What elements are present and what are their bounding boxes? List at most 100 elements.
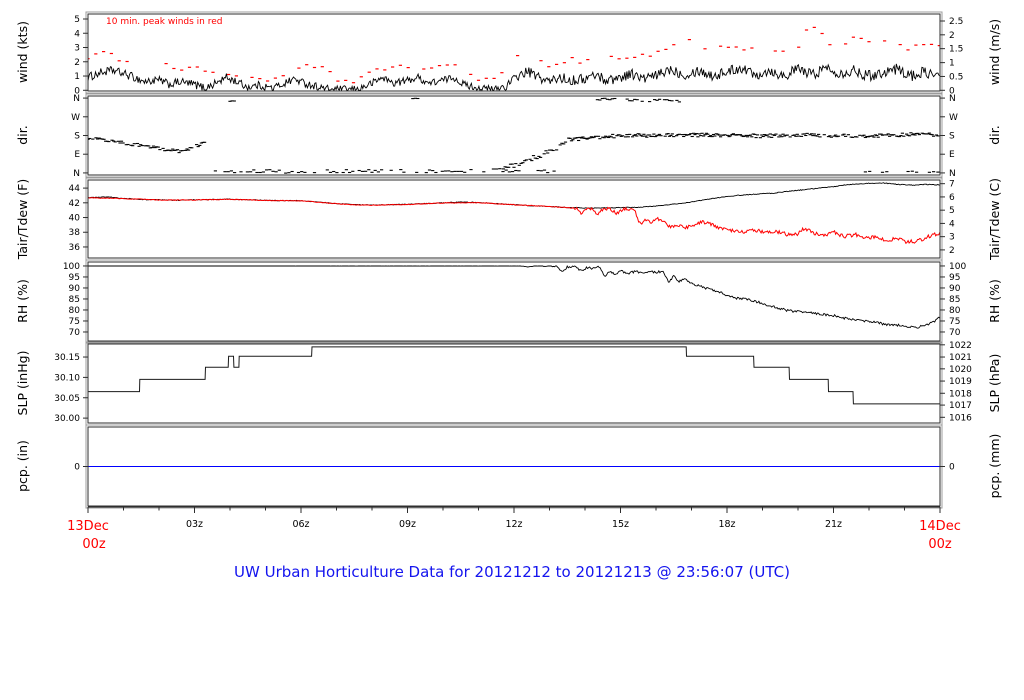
- left-tick-label: 2: [74, 58, 80, 68]
- right-tick-label: 4: [949, 219, 955, 229]
- right-tick-label: 1016: [949, 413, 972, 423]
- left-tick-label: 36: [69, 243, 81, 253]
- series-rh: [88, 264, 940, 329]
- right-tick-label: 1: [949, 59, 955, 69]
- series-tdew: [88, 197, 940, 245]
- left-tick-label: 40: [69, 214, 81, 224]
- axis-label-tair-c: Tair/Tdew (C): [987, 178, 1002, 261]
- left-tick-label: 3: [74, 44, 80, 54]
- panel-series-sea-level-pressure: [88, 346, 940, 405]
- right-tick-label: 5: [949, 206, 955, 216]
- left-tick-label: N: [73, 94, 80, 104]
- left-tick-label: 42: [69, 199, 80, 209]
- left-tick-label: E: [74, 150, 80, 160]
- left-tick-label: 30.05: [54, 394, 80, 404]
- x-tick-label: 15z: [612, 519, 629, 530]
- axis-label-dir-right: dir.: [987, 125, 1002, 144]
- right-tick-label: 0: [949, 463, 955, 473]
- right-tick-label: 1.5: [949, 45, 963, 55]
- right-tick-label: 1022: [949, 341, 972, 351]
- x-start-date-label: 13Dec: [67, 519, 109, 534]
- right-tick-label: 0.5: [949, 72, 963, 82]
- series-dir-scatter: [88, 97, 940, 174]
- right-tick-label: 1018: [949, 389, 972, 399]
- axis-label-slp-inhg: SLP (inHg): [15, 351, 30, 416]
- right-tick-label: 95: [949, 273, 960, 283]
- right-tick-label: N: [949, 169, 956, 179]
- panel-frame-sea-level-pressure: [87, 343, 941, 424]
- panel-frame-temperature-dewpoint: [87, 179, 941, 259]
- right-tick-label: 1017: [949, 401, 972, 411]
- left-tick-label: 0: [74, 463, 80, 473]
- right-tick-label: N: [949, 94, 956, 104]
- x-tick-label: 09z: [399, 519, 416, 530]
- axis-label-wind-ms: wind (m/s): [987, 19, 1002, 85]
- left-tick-label: 75: [69, 317, 80, 327]
- right-tick-label: E: [949, 150, 955, 160]
- axis-label-slp-hpa: SLP (hPa): [987, 354, 1002, 413]
- left-tick-label: 1: [74, 72, 80, 82]
- left-tick-label: 5: [74, 15, 80, 25]
- series-slp: [88, 346, 940, 405]
- right-tick-label: 2: [949, 31, 955, 41]
- panel-series-relative-humidity: [88, 264, 940, 329]
- meteogram-chart: 01234500.511.522.5NWSENNWSEN363840424423…: [15, 11, 1002, 581]
- right-tick-label: 3: [949, 233, 955, 243]
- panel-series-temperature-dewpoint: [88, 182, 940, 245]
- axis-label-tair-f: Tair/Tdew (F): [15, 179, 30, 260]
- right-tick-label: 7: [949, 180, 955, 190]
- right-tick-label: 100: [949, 262, 966, 272]
- left-tick-label: 30.15: [54, 353, 80, 363]
- axis-label-dir-left: dir.: [15, 125, 30, 144]
- left-tick-label: N: [73, 169, 80, 179]
- right-tick-label: 75: [949, 317, 960, 327]
- right-tick-label: 70: [949, 328, 961, 338]
- axis-label-wind-kts: wind (kts): [15, 21, 30, 83]
- chart-title: UW Urban Horticulture Data for 20121212 …: [234, 563, 790, 581]
- axis-label-pcp-in: pcp. (in): [15, 440, 30, 492]
- right-tick-label: W: [949, 113, 958, 123]
- right-tick-label: S: [949, 132, 955, 142]
- series-wind-10min-peak: [88, 26, 940, 84]
- chart-generated-layer: 01234500.511.522.5NWSENNWSEN363840424423…: [54, 11, 972, 552]
- left-tick-label: 100: [63, 262, 80, 272]
- meteogram-page: 0 1 2 3 4 5 0 0.5 1 1.5 2 2.5 N W S E N N W S E N 36 38 40 42 44 2 3…: [0, 0, 1024, 700]
- x-end-date-label: 14Dec: [919, 519, 961, 534]
- left-tick-label: 44: [69, 184, 81, 194]
- panel-series-wind-direction: [88, 97, 940, 174]
- panel-frame-relative-humidity: [87, 261, 941, 342]
- right-tick-label: 2.5: [949, 17, 963, 27]
- left-tick-label: 30.00: [54, 414, 80, 424]
- right-tick-label: 85: [949, 295, 960, 305]
- left-tick-label: 80: [69, 306, 81, 316]
- right-tick-label: 90: [949, 284, 961, 294]
- right-tick-label: 80: [949, 306, 961, 316]
- left-tick-label: 70: [69, 328, 81, 338]
- x-tick-label: 03z: [186, 519, 203, 530]
- axis-label-pcp-mm: pcp. (mm): [987, 434, 1002, 499]
- peak-winds-annotation: 10 min. peak winds in red: [106, 17, 223, 27]
- right-tick-label: 1019: [949, 377, 972, 387]
- left-tick-label: 90: [69, 284, 81, 294]
- panel-shadow-temperature-dewpoint: [85, 177, 943, 261]
- right-tick-label: 1021: [949, 353, 972, 363]
- panel-series-wind-speed: [88, 26, 940, 91]
- x-tick-label: 21z: [825, 519, 842, 530]
- right-tick-label: 2: [949, 246, 955, 256]
- x-start-date-label: 00z: [82, 537, 106, 552]
- axis-label-rh-left: RH (%): [15, 279, 30, 323]
- series-wind-sustained: [88, 63, 940, 91]
- left-tick-label: 85: [69, 295, 80, 305]
- right-tick-label: 1020: [949, 365, 972, 375]
- left-tick-label: 38: [69, 228, 81, 238]
- left-tick-label: 30.10: [54, 373, 80, 383]
- x-tick-label: 12z: [505, 519, 522, 530]
- panel-shadow-relative-humidity: [85, 259, 943, 344]
- left-tick-label: W: [71, 113, 80, 123]
- x-end-date-label: 00z: [928, 537, 952, 552]
- axis-label-rh-right: RH (%): [987, 279, 1002, 323]
- x-tick-label: 06z: [292, 519, 309, 530]
- right-tick-label: 6: [949, 193, 955, 203]
- panel-shadow-sea-level-pressure: [85, 341, 943, 426]
- left-tick-label: 4: [74, 29, 80, 39]
